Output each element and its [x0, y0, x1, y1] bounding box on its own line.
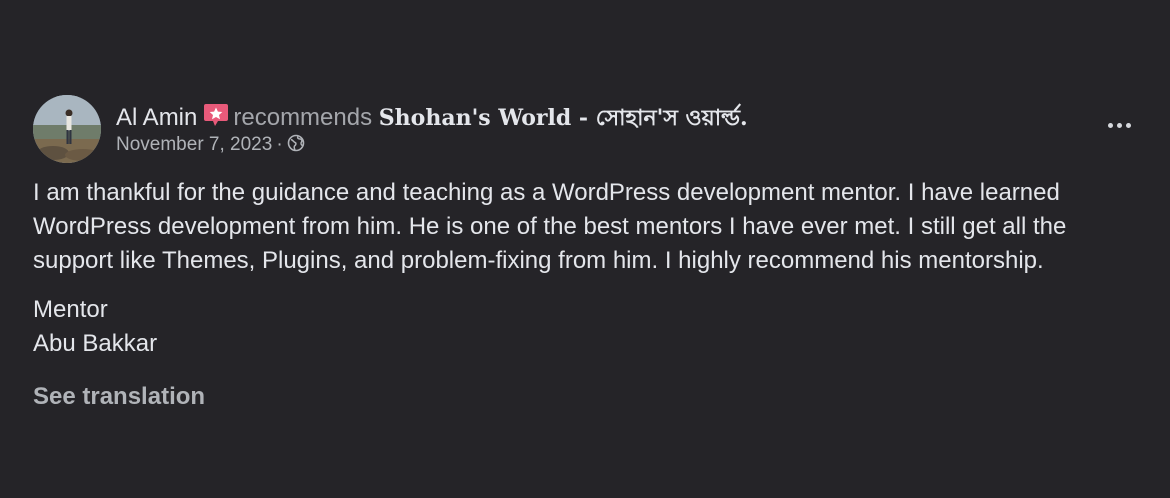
post-signature: Mentor Abu Bakkar [33, 293, 157, 361]
post-date[interactable]: November 7, 2023 [116, 134, 272, 155]
recommends-text: recommends [233, 104, 373, 131]
signature-title: Mentor [33, 296, 108, 323]
post-header: Al Amin recommends Shohan's World - সোহান… [33, 95, 1143, 165]
meta-separator: · [276, 134, 283, 155]
post-body: I am thankful for the guidance and teach… [33, 176, 1143, 278]
more-dot [1116, 122, 1122, 128]
more-dot [1107, 122, 1113, 128]
globe-icon[interactable] [287, 134, 305, 152]
star-badge-icon [203, 102, 229, 128]
signature-name: Abu Bakkar [33, 330, 158, 357]
more-dot [1125, 122, 1131, 128]
recommendation-text: I am thankful for the guidance and teach… [33, 179, 1067, 274]
recommendation-post: Al Amin recommends Shohan's World - সোহান… [0, 0, 1170, 498]
author-avatar[interactable] [33, 95, 101, 163]
post-meta: November 7, 2023 · [116, 133, 305, 157]
avatar-photo [33, 95, 101, 163]
see-translation-link[interactable]: See translation [33, 380, 205, 414]
post-title-line: Al Amin recommends Shohan's World - সোহান… [116, 99, 748, 133]
author-name[interactable]: Al Amin [116, 104, 197, 131]
page-name-link[interactable]: Shohan's World - সোহান'স ওয়ার্ল্ড. [379, 105, 748, 131]
more-options-icon[interactable] [1099, 111, 1139, 139]
